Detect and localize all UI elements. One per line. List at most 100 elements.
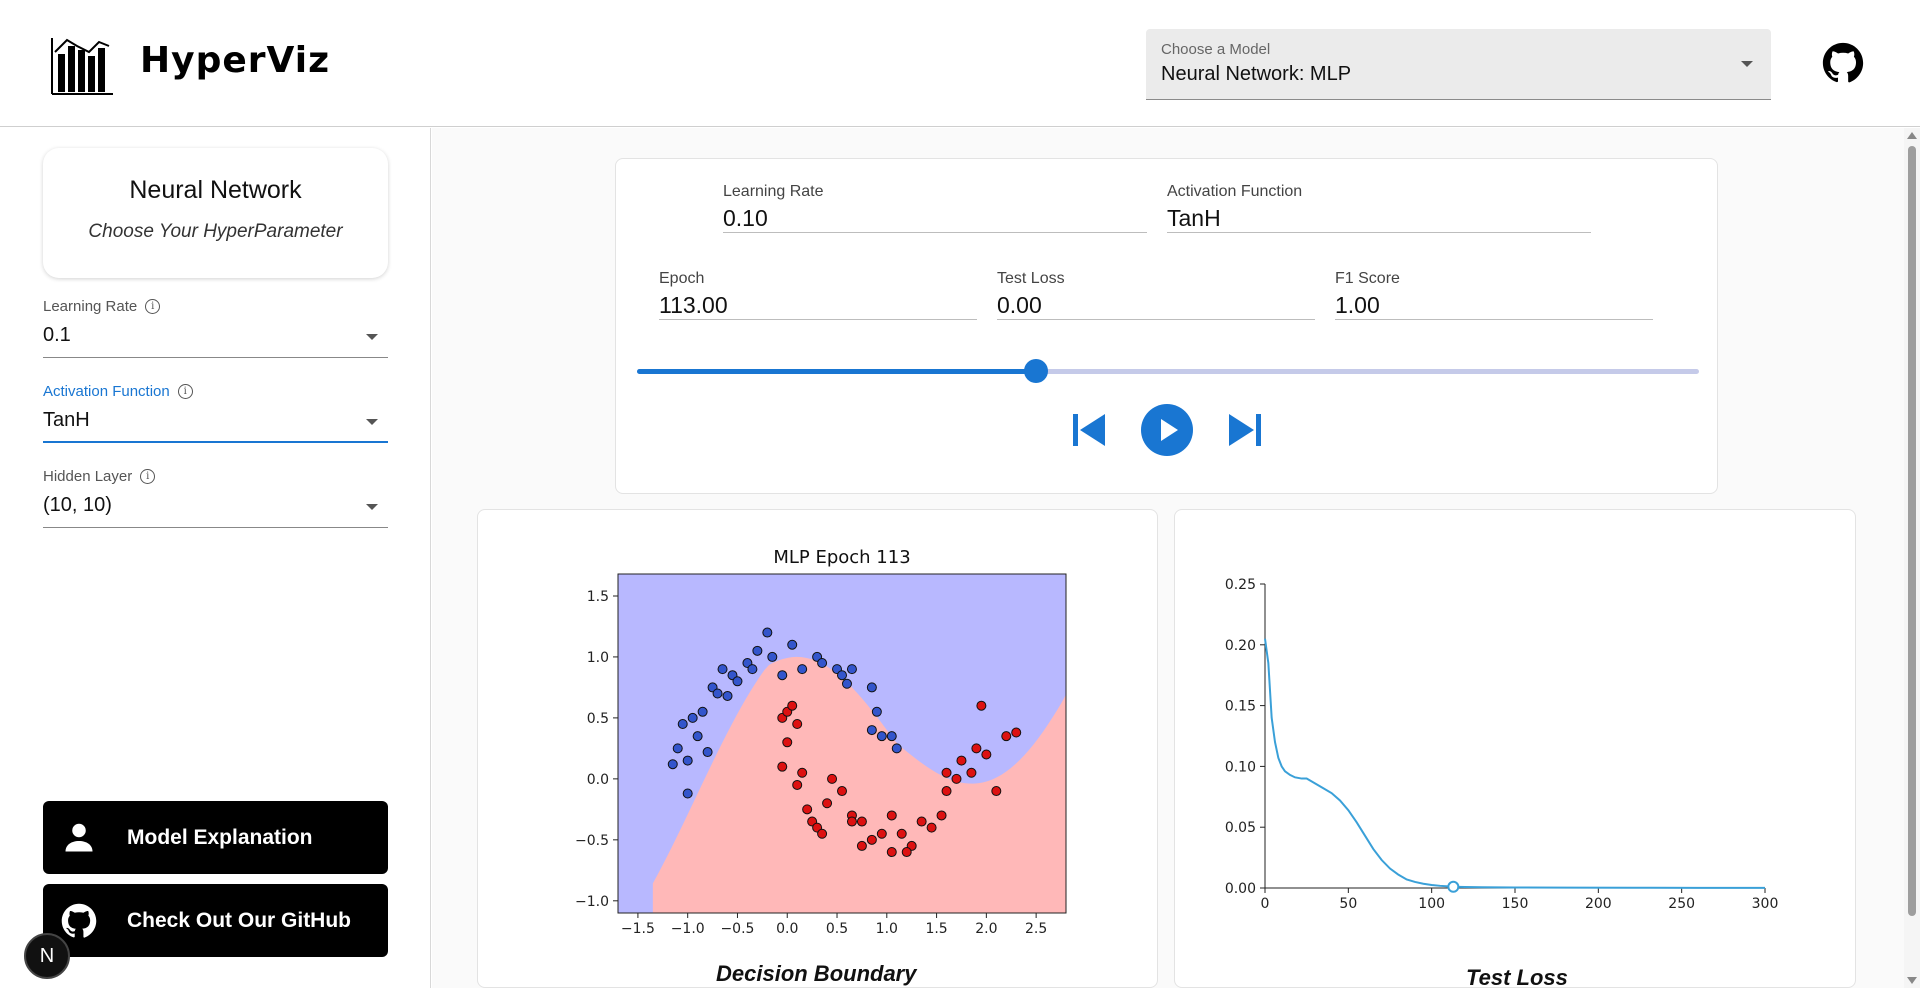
blue-point — [747, 664, 758, 675]
skip-next-icon[interactable] — [1219, 404, 1271, 456]
y-tick-label: 0.15 — [1225, 699, 1256, 715]
stat-label: Activation Function — [1167, 183, 1303, 200]
y-tick-label: 1.5 — [587, 589, 609, 605]
red-point — [866, 834, 877, 845]
scroll-up-icon[interactable] — [1907, 132, 1917, 139]
blue-point — [837, 670, 847, 681]
model-explanation-label: Model Explanation — [127, 825, 313, 849]
stat-label: Epoch — [659, 270, 705, 287]
x-tick-label: 0.0 — [776, 921, 798, 937]
red-point — [817, 828, 828, 839]
blue-point — [667, 759, 678, 770]
blue-point — [677, 718, 688, 729]
red-point — [956, 755, 967, 766]
y-tick-label: 0.0 — [587, 772, 609, 788]
blue-point — [732, 676, 743, 687]
blue-point — [846, 664, 857, 675]
decision-boundary-caption: Decision Boundary — [716, 961, 917, 986]
x-tick-label: −1.5 — [621, 921, 655, 937]
stat-activation-function: Activation Function TanH — [1167, 183, 1591, 233]
blue-point — [787, 639, 798, 650]
sidebar: Neural Network Choose Your HyperParamete… — [0, 128, 431, 988]
red-point — [926, 822, 937, 833]
decision-boundary-card: MLP Epoch 113 −1.5 −1.0 −0.5 0.0 0.5 1.0 1.5 2.0… — [477, 509, 1158, 988]
red-point — [856, 816, 867, 827]
x-tick-label: 200 — [1585, 896, 1612, 912]
red-point — [787, 700, 798, 711]
blue-point — [692, 731, 703, 742]
blue-point — [777, 670, 788, 681]
stat-label: Test Loss — [997, 270, 1065, 287]
info-icon[interactable]: i — [140, 469, 156, 484]
x-tick-label: 300 — [1752, 896, 1779, 912]
red-point — [797, 767, 808, 778]
red-point — [976, 700, 987, 711]
red-point — [916, 816, 927, 827]
red-point — [827, 773, 838, 784]
red-point — [886, 810, 897, 821]
red-point — [941, 767, 952, 778]
red-point — [792, 718, 803, 729]
model-title: Neural Network — [129, 176, 302, 204]
loss-line — [1264, 638, 1765, 889]
y-tick-label: 0.5 — [587, 711, 609, 727]
chart-title: MLP Epoch 113 — [773, 547, 910, 568]
red-point — [856, 840, 867, 851]
blue-point — [866, 725, 877, 736]
model-explanation-button[interactable]: Model Explanation — [43, 801, 388, 874]
test-loss-caption: Test Loss — [1466, 965, 1568, 988]
blue-point — [697, 706, 708, 717]
blue-point — [886, 731, 897, 742]
model-select[interactable]: Choose a Model Neural Network: MLP — [1146, 29, 1771, 100]
stat-test-loss: Test Loss 0.00 — [997, 270, 1315, 320]
learning-rate-label: Learning Rate i — [43, 298, 161, 315]
scroll-down-icon[interactable] — [1907, 977, 1917, 984]
blue-point — [841, 678, 852, 689]
red-point — [886, 847, 897, 858]
next-dev-badge[interactable]: N — [24, 933, 70, 979]
red-point — [792, 779, 803, 790]
test-loss-chart: 0.00 0.05 0.10 0.15 0.20 0.25 0 50 100 150 200 250 3… — [1225, 577, 1779, 912]
y-tick-label: −1.0 — [575, 894, 609, 910]
stat-value: TanH — [1167, 205, 1221, 231]
stat-f1-score: F1 Score 1.00 — [1335, 270, 1653, 320]
current-epoch-marker — [1447, 880, 1460, 893]
x-tick-label: 150 — [1502, 896, 1529, 912]
hidden-layer-label: Hidden Layer i — [43, 468, 156, 485]
stat-value: 0.10 — [723, 205, 768, 231]
skip-previous-icon[interactable] — [1063, 404, 1115, 456]
stat-learning-rate: Learning Rate 0.10 — [723, 183, 1147, 233]
x-tick-label: 100 — [1418, 896, 1445, 912]
model-select-value: Neural Network: MLP — [1161, 63, 1352, 85]
decision-boundary-chart: MLP Epoch 113 −1.5 −1.0 −0.5 0.0 0.5 1.0 1.5 2.0… — [575, 547, 1067, 937]
red-point — [782, 737, 793, 748]
blue-point — [871, 706, 882, 717]
stat-value: 113.00 — [659, 292, 728, 318]
blue-point — [722, 690, 733, 701]
x-tick-label: 250 — [1668, 896, 1695, 912]
x-tick-label: 50 — [1339, 896, 1357, 912]
test-loss-card: 0.00 0.05 0.10 0.15 0.20 0.25 0 50 100 150 200 250 3… — [1174, 509, 1856, 988]
stat-label: Learning Rate — [723, 183, 824, 200]
learning-rate-select[interactable]: Learning Rate i 0.1 — [43, 298, 388, 358]
y-tick-label: 0.05 — [1225, 820, 1256, 836]
scrollbar[interactable] — [1904, 128, 1920, 988]
x-tick-label: 0.5 — [826, 921, 848, 937]
x-tick-label: −0.5 — [720, 921, 754, 937]
blue-point — [687, 712, 698, 723]
blue-point — [682, 788, 693, 799]
hidden-layer-select[interactable]: Hidden Layer i (10, 10) — [43, 468, 388, 528]
play-button[interactable] — [1141, 404, 1193, 456]
info-icon[interactable]: i — [145, 299, 161, 314]
info-icon[interactable]: i — [177, 384, 193, 399]
learning-rate-label-text: Learning Rate — [43, 298, 138, 315]
activation-function-select[interactable]: Activation Function i TanH — [43, 383, 388, 443]
epoch-slider-thumb[interactable] — [1024, 359, 1049, 383]
y-tick-label: 0.00 — [1225, 881, 1256, 897]
y-tick-label: 1.0 — [587, 650, 609, 666]
github-link-button[interactable]: Check Out Our GitHub — [43, 884, 388, 957]
scrollbar-thumb[interactable] — [1908, 146, 1916, 916]
blue-point — [767, 651, 778, 662]
github-icon[interactable] — [1822, 42, 1864, 84]
epoch-slider[interactable] — [637, 359, 1699, 383]
